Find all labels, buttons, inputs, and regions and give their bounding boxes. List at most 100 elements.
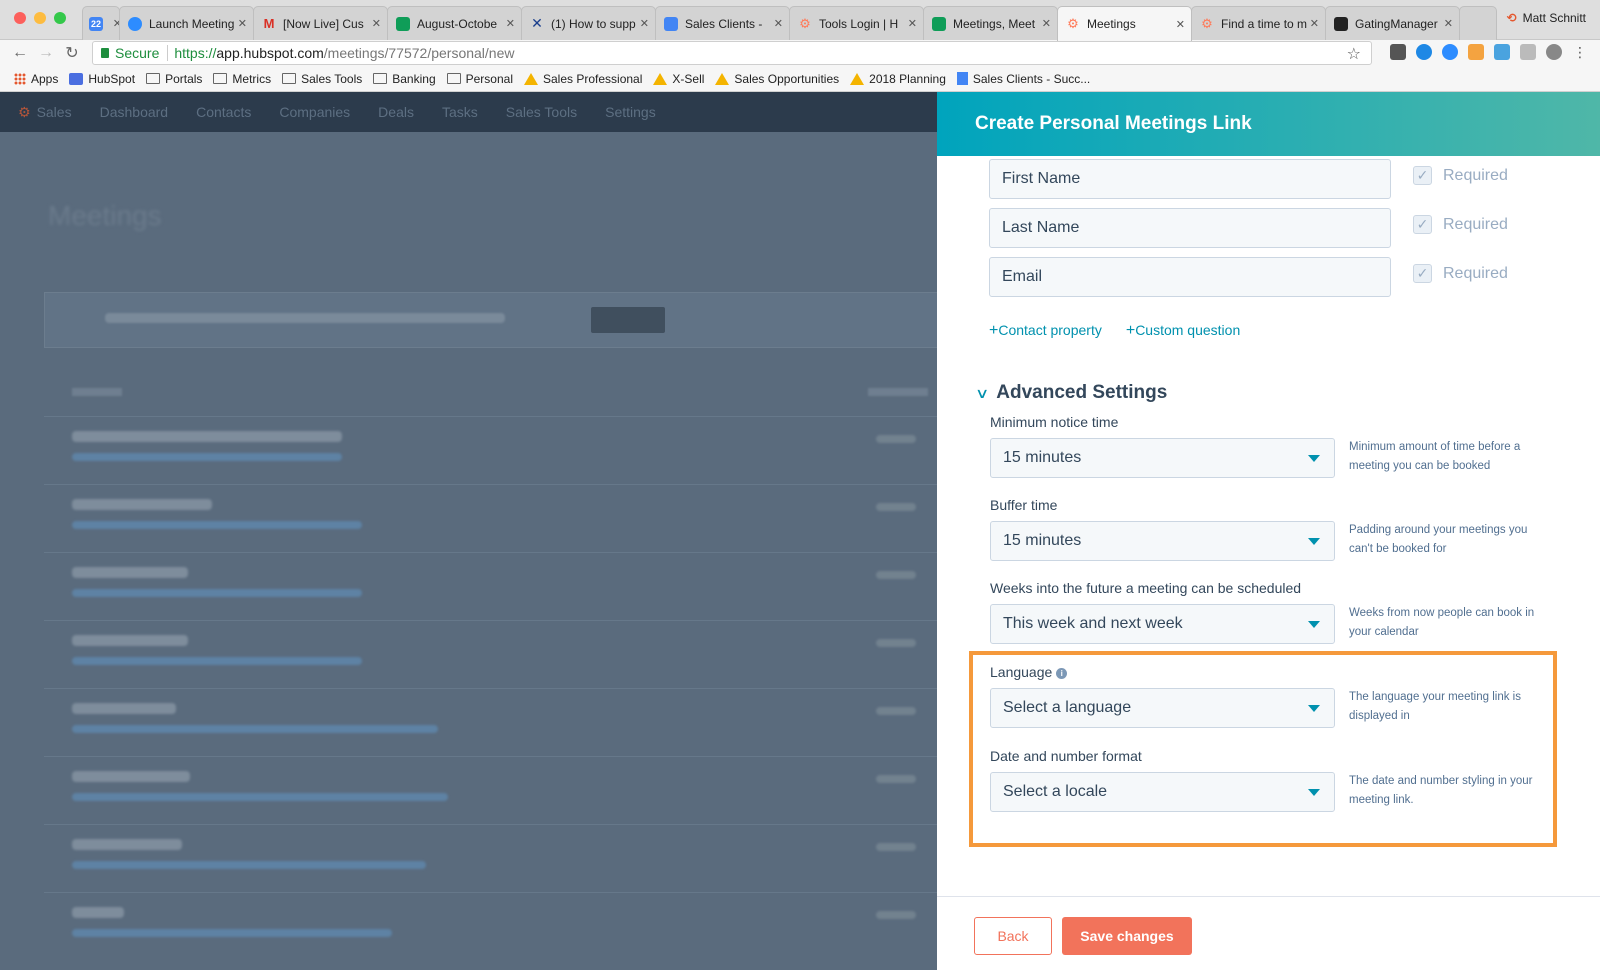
minimize-window-button[interactable]	[34, 12, 46, 24]
maximize-window-button[interactable]	[54, 12, 66, 24]
bookmark-hubspot[interactable]: HubSpot	[69, 72, 135, 86]
required-toggle-first-name[interactable]: ✓ Required	[1413, 166, 1508, 185]
browser-tab-bar: 22 ✕ Launch Meeting ✕ M [Now Live] Cus ✕…	[0, 0, 1600, 41]
bookmark-metrics[interactable]: Metrics	[213, 72, 271, 86]
close-tab-icon[interactable]: ✕	[235, 17, 247, 30]
bookmark-sales-tools[interactable]: Sales Tools	[282, 72, 362, 86]
bookmark-sales-clients[interactable]: Sales Clients - Succ...	[956, 71, 1091, 86]
weeks-future-label: Weeks into the future a meeting can be s…	[990, 580, 1302, 596]
bg-table-row	[44, 416, 937, 484]
bookmark-portals[interactable]: Portals	[146, 72, 202, 86]
form-field-label: Last Name	[1002, 219, 1080, 236]
bookmark-personal[interactable]: Personal	[446, 72, 513, 86]
browser-tab[interactable]: Launch Meeting ✕	[119, 6, 254, 40]
pocket-icon[interactable]	[1390, 44, 1406, 60]
browser-tab[interactable]: ⚙ Tools Login | H ✕	[789, 6, 924, 40]
bg-column-header	[72, 388, 122, 396]
calendar-icon: 22	[89, 16, 103, 31]
checkbox-extension-icon[interactable]	[1520, 44, 1536, 60]
bookmark-apps[interactable]: Apps	[14, 72, 58, 86]
bookmark-label: Sales Clients - Succ...	[972, 71, 1091, 86]
checkbox-checked-icon[interactable]: ✓	[1413, 166, 1432, 185]
form-field-email[interactable]: Email	[989, 257, 1391, 297]
browser-tab[interactable]: GatingManager ✕	[1325, 6, 1460, 40]
hubspot-icon: ⚙	[1067, 16, 1079, 31]
menu-dots-icon[interactable]: ⋮	[1572, 44, 1588, 60]
bg-table-row	[44, 824, 937, 892]
bg-table-row	[44, 892, 937, 960]
back-button[interactable]: Back	[974, 917, 1052, 955]
drive-icon	[715, 72, 730, 85]
close-tab-icon[interactable]: ✕	[771, 17, 783, 30]
bookmark-sales-professional[interactable]: Sales Professional	[524, 72, 642, 86]
min-notice-select[interactable]: 15 minutes	[990, 438, 1335, 478]
form-field-first-name[interactable]: First Name	[989, 159, 1391, 199]
browser-tab[interactable]: 22 ✕	[82, 6, 122, 40]
bookmark-star-icon[interactable]: ☆	[1347, 44, 1361, 64]
add-contact-property-link[interactable]: +Contact property	[989, 322, 1102, 340]
hubspot-extension-icon[interactable]	[1468, 44, 1484, 60]
browser-tab[interactable]: Meetings, Meet ✕	[923, 6, 1058, 40]
bg-nav-item: Companies	[279, 104, 351, 120]
apps-grid-icon	[14, 72, 26, 85]
close-tab-icon[interactable]: ✕	[1307, 17, 1319, 30]
bookmark-banking[interactable]: Banking	[373, 71, 436, 86]
form-field-last-name[interactable]: Last Name	[989, 208, 1391, 248]
x-icon: ✕	[531, 15, 543, 31]
close-tab-icon[interactable]: ✕	[1173, 18, 1185, 31]
bookmark-label: 2018 Planning	[869, 71, 946, 86]
extension-circle-icon[interactable]	[1416, 44, 1432, 60]
close-tab-icon[interactable]: ✕	[1441, 17, 1453, 30]
weeks-future-select[interactable]: This week and next week	[990, 604, 1335, 644]
bookmark-label: Banking	[392, 71, 436, 86]
browser-tab[interactable]: M [Now Live] Cus ✕	[253, 6, 388, 40]
required-label: Required	[1443, 166, 1508, 184]
checkbox-checked-icon[interactable]: ✓	[1413, 264, 1432, 283]
zoom-extension-icon[interactable]	[1442, 44, 1458, 60]
background-app-overlay: ⚙ Sales Dashboard Contacts Companies Dea…	[0, 92, 937, 970]
bookmark-sales-opportunities[interactable]: Sales Opportunities	[715, 72, 839, 86]
bg-table-row	[44, 484, 937, 552]
close-window-button[interactable]	[14, 12, 26, 24]
browser-tab[interactable]: ✕ (1) How to supp ✕	[521, 6, 656, 40]
url-host: app.hubspot.com	[216, 45, 324, 61]
browser-tab-active[interactable]: ⚙ Meetings ✕	[1057, 6, 1192, 41]
checkbox-checked-icon[interactable]: ✓	[1413, 215, 1432, 234]
save-changes-button[interactable]: Save changes	[1062, 917, 1192, 955]
required-toggle-email[interactable]: ✓ Required	[1413, 264, 1508, 283]
add-custom-question-label: Custom question	[1135, 322, 1241, 338]
docs-icon	[956, 72, 968, 85]
advanced-settings-toggle[interactable]: ∨ Advanced Settings	[975, 382, 1167, 404]
back-arrow-icon[interactable]: ←	[10, 43, 30, 63]
bg-nav-item: Sales	[36, 104, 72, 120]
min-notice-help: Minimum amount of time before a meeting …	[1349, 441, 1521, 472]
add-field-links: +Contact property +Custom question	[989, 322, 1240, 340]
add-custom-question-link[interactable]: +Custom question	[1126, 322, 1240, 340]
bg-banner	[44, 292, 937, 348]
bookmark-2018-planning[interactable]: 2018 Planning	[850, 72, 946, 86]
weeks-future-help: Weeks from now people can book in your c…	[1349, 607, 1535, 638]
required-toggle-last-name[interactable]: ✓ Required	[1413, 215, 1508, 234]
shield-icon[interactable]	[1494, 44, 1510, 60]
close-tab-icon[interactable]: ✕	[905, 17, 917, 30]
forward-arrow-icon[interactable]: →	[36, 43, 56, 63]
close-tab-icon[interactable]: ✕	[369, 17, 381, 30]
buffer-time-select[interactable]: 15 minutes	[990, 521, 1335, 561]
spiral-icon[interactable]	[1546, 44, 1562, 60]
browser-tab[interactable]: Sales Clients - ✕	[655, 6, 790, 40]
browser-tab[interactable]: August-Octobe ✕	[387, 6, 522, 40]
close-tab-icon[interactable]: ✕	[503, 17, 515, 30]
close-tab-icon[interactable]: ✕	[637, 17, 649, 30]
secure-lock-icon	[101, 48, 109, 58]
buffer-time-help: Padding around your meetings you can't b…	[1349, 524, 1528, 555]
docs-icon	[664, 16, 678, 31]
bookmark-x-sell[interactable]: X-Sell	[653, 72, 704, 86]
bg-nav-item: Deals	[378, 104, 414, 120]
browser-profile[interactable]: ⟲ Matt Schnitt	[1507, 11, 1586, 25]
reload-icon[interactable]: ↻	[62, 43, 82, 63]
url-bar[interactable]: Secure https:// app.hubspot.com /meeting…	[92, 41, 1372, 65]
close-tab-icon[interactable]: ✕	[1039, 17, 1051, 30]
url-separator	[167, 45, 169, 61]
new-tab-button[interactable]	[1459, 6, 1497, 40]
browser-tab[interactable]: ⚙ Find a time to m ✕	[1191, 6, 1326, 40]
